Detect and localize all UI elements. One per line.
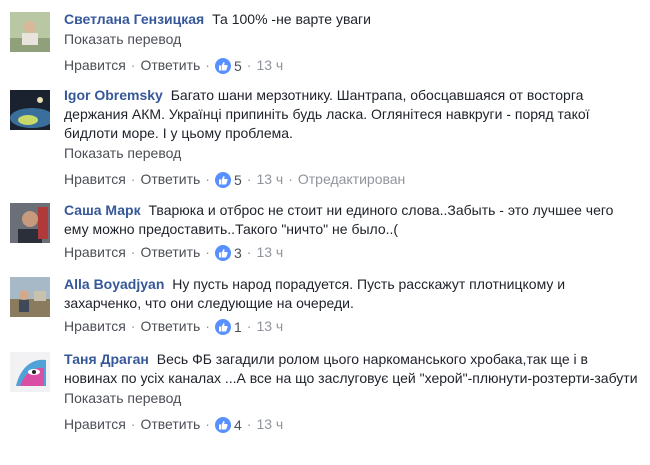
comment-actions: Нравится · Ответить · 5 · 13 ч [64,56,640,76]
comment-text: Тварюка и отброс не стоит ни единого сло… [64,202,614,237]
separator: · [246,57,252,73]
timestamp[interactable]: 13 ч [256,318,283,334]
comment-author[interactable]: Светлана Гензицкая [64,11,204,27]
avatar-image [10,203,50,243]
reactions[interactable]: 4 [214,416,242,435]
separator: · [246,416,252,432]
reactions[interactable]: 5 [214,171,242,190]
show-translation-link[interactable]: Показать перевод [64,389,640,408]
separator: · [205,57,210,73]
comment-text: Та 100% -не варте уваги [212,11,371,27]
comment-text-block: Светлана Гензицкая Та 100% -не варте ува… [64,10,640,29]
avatar-image [10,352,50,392]
comment-actions: Нравится · Ответить · 5 · 13 ч · Отредактирован [64,170,640,190]
avatar-image [10,90,50,130]
reply-link[interactable]: Ответить [140,244,200,260]
thumbs-up-icon [214,318,231,335]
separator: · [130,244,136,260]
separator: · [246,244,252,260]
comment-text: Весь ФБ загадили ролом цього наркоманськ… [64,351,638,386]
like-link[interactable]: Нравится [64,416,126,432]
reactions[interactable]: 5 [214,57,242,76]
comment-body: Таня Драган Весь ФБ загадили ролом цього… [64,350,640,435]
timestamp[interactable]: 13 ч [256,171,283,187]
comment-body: Светлана Гензицкая Та 100% -не варте ува… [64,10,640,76]
separator: · [205,244,210,260]
like-count: 5 [233,57,242,74]
separator: · [130,57,136,73]
avatar-image [10,12,50,52]
timestamp[interactable]: 13 ч [256,416,283,432]
comment-text-block: Igor Obremsky Багато шани мерзотнику. Ша… [64,86,640,143]
comment-text-block: Саша Марк Тварюка и отброс не стоит ни е… [64,201,640,239]
separator: · [288,171,293,187]
separator: · [205,318,210,334]
like-count: 3 [233,244,242,261]
like-link[interactable]: Нравится [64,318,126,334]
thumbs-up-icon [214,57,231,74]
reactions[interactable]: 3 [214,244,242,263]
separator: · [205,171,210,187]
separator: · [130,171,136,187]
separator: · [246,318,252,334]
like-count: 5 [233,171,242,188]
comment-author[interactable]: Саша Марк [64,202,141,218]
like-count: 4 [233,416,242,433]
timestamp[interactable]: 13 ч [256,244,283,260]
reply-link[interactable]: Ответить [140,318,200,334]
comment-body: Саша Марк Тварюка и отброс не стоит ни е… [64,201,640,263]
avatar[interactable] [10,352,50,392]
separator: · [130,416,136,432]
separator: · [130,318,136,334]
like-link[interactable]: Нравится [64,57,126,73]
avatar-image [10,277,50,317]
reply-link[interactable]: Ответить [140,57,200,73]
comment-author[interactable]: Alla Boyadjyan [64,276,164,292]
reply-link[interactable]: Ответить [140,171,200,187]
separator: · [205,416,210,432]
show-translation-link[interactable]: Показать перевод [64,144,640,163]
comment-actions: Нравится · Ответить · 4 · 13 ч [64,415,640,435]
thumbs-up-icon [214,244,231,261]
comment-actions: Нравится · Ответить · 3 · 13 ч [64,243,640,263]
like-link[interactable]: Нравится [64,244,126,260]
avatar[interactable] [10,203,50,243]
thumbs-up-icon [214,171,231,188]
comment-actions: Нравится · Ответить · 1 · 13 ч [64,317,640,337]
comment-author[interactable]: Igor Obremsky [64,87,163,103]
like-count: 1 [233,318,242,335]
show-translation-link[interactable]: Показать перевод [64,30,640,49]
thumbs-up-icon [214,416,231,433]
edited-label[interactable]: Отредактирован [298,171,405,187]
comment-body: Alla Boyadjyan Ну пусть народ порадуется… [64,275,640,337]
avatar[interactable] [10,277,50,317]
like-link[interactable]: Нравится [64,171,126,187]
comment-text-block: Таня Драган Весь ФБ загадили ролом цього… [64,350,640,388]
reply-link[interactable]: Ответить [140,416,200,432]
comment-body: Igor Obremsky Багато шани мерзотнику. Ша… [64,86,640,190]
reactions[interactable]: 1 [214,318,242,337]
comment-text-block: Alla Boyadjyan Ну пусть народ порадуется… [64,275,640,313]
timestamp[interactable]: 13 ч [256,57,283,73]
comment-author[interactable]: Таня Драган [64,351,149,367]
separator: · [246,171,252,187]
avatar[interactable] [10,90,50,130]
avatar[interactable] [10,12,50,52]
